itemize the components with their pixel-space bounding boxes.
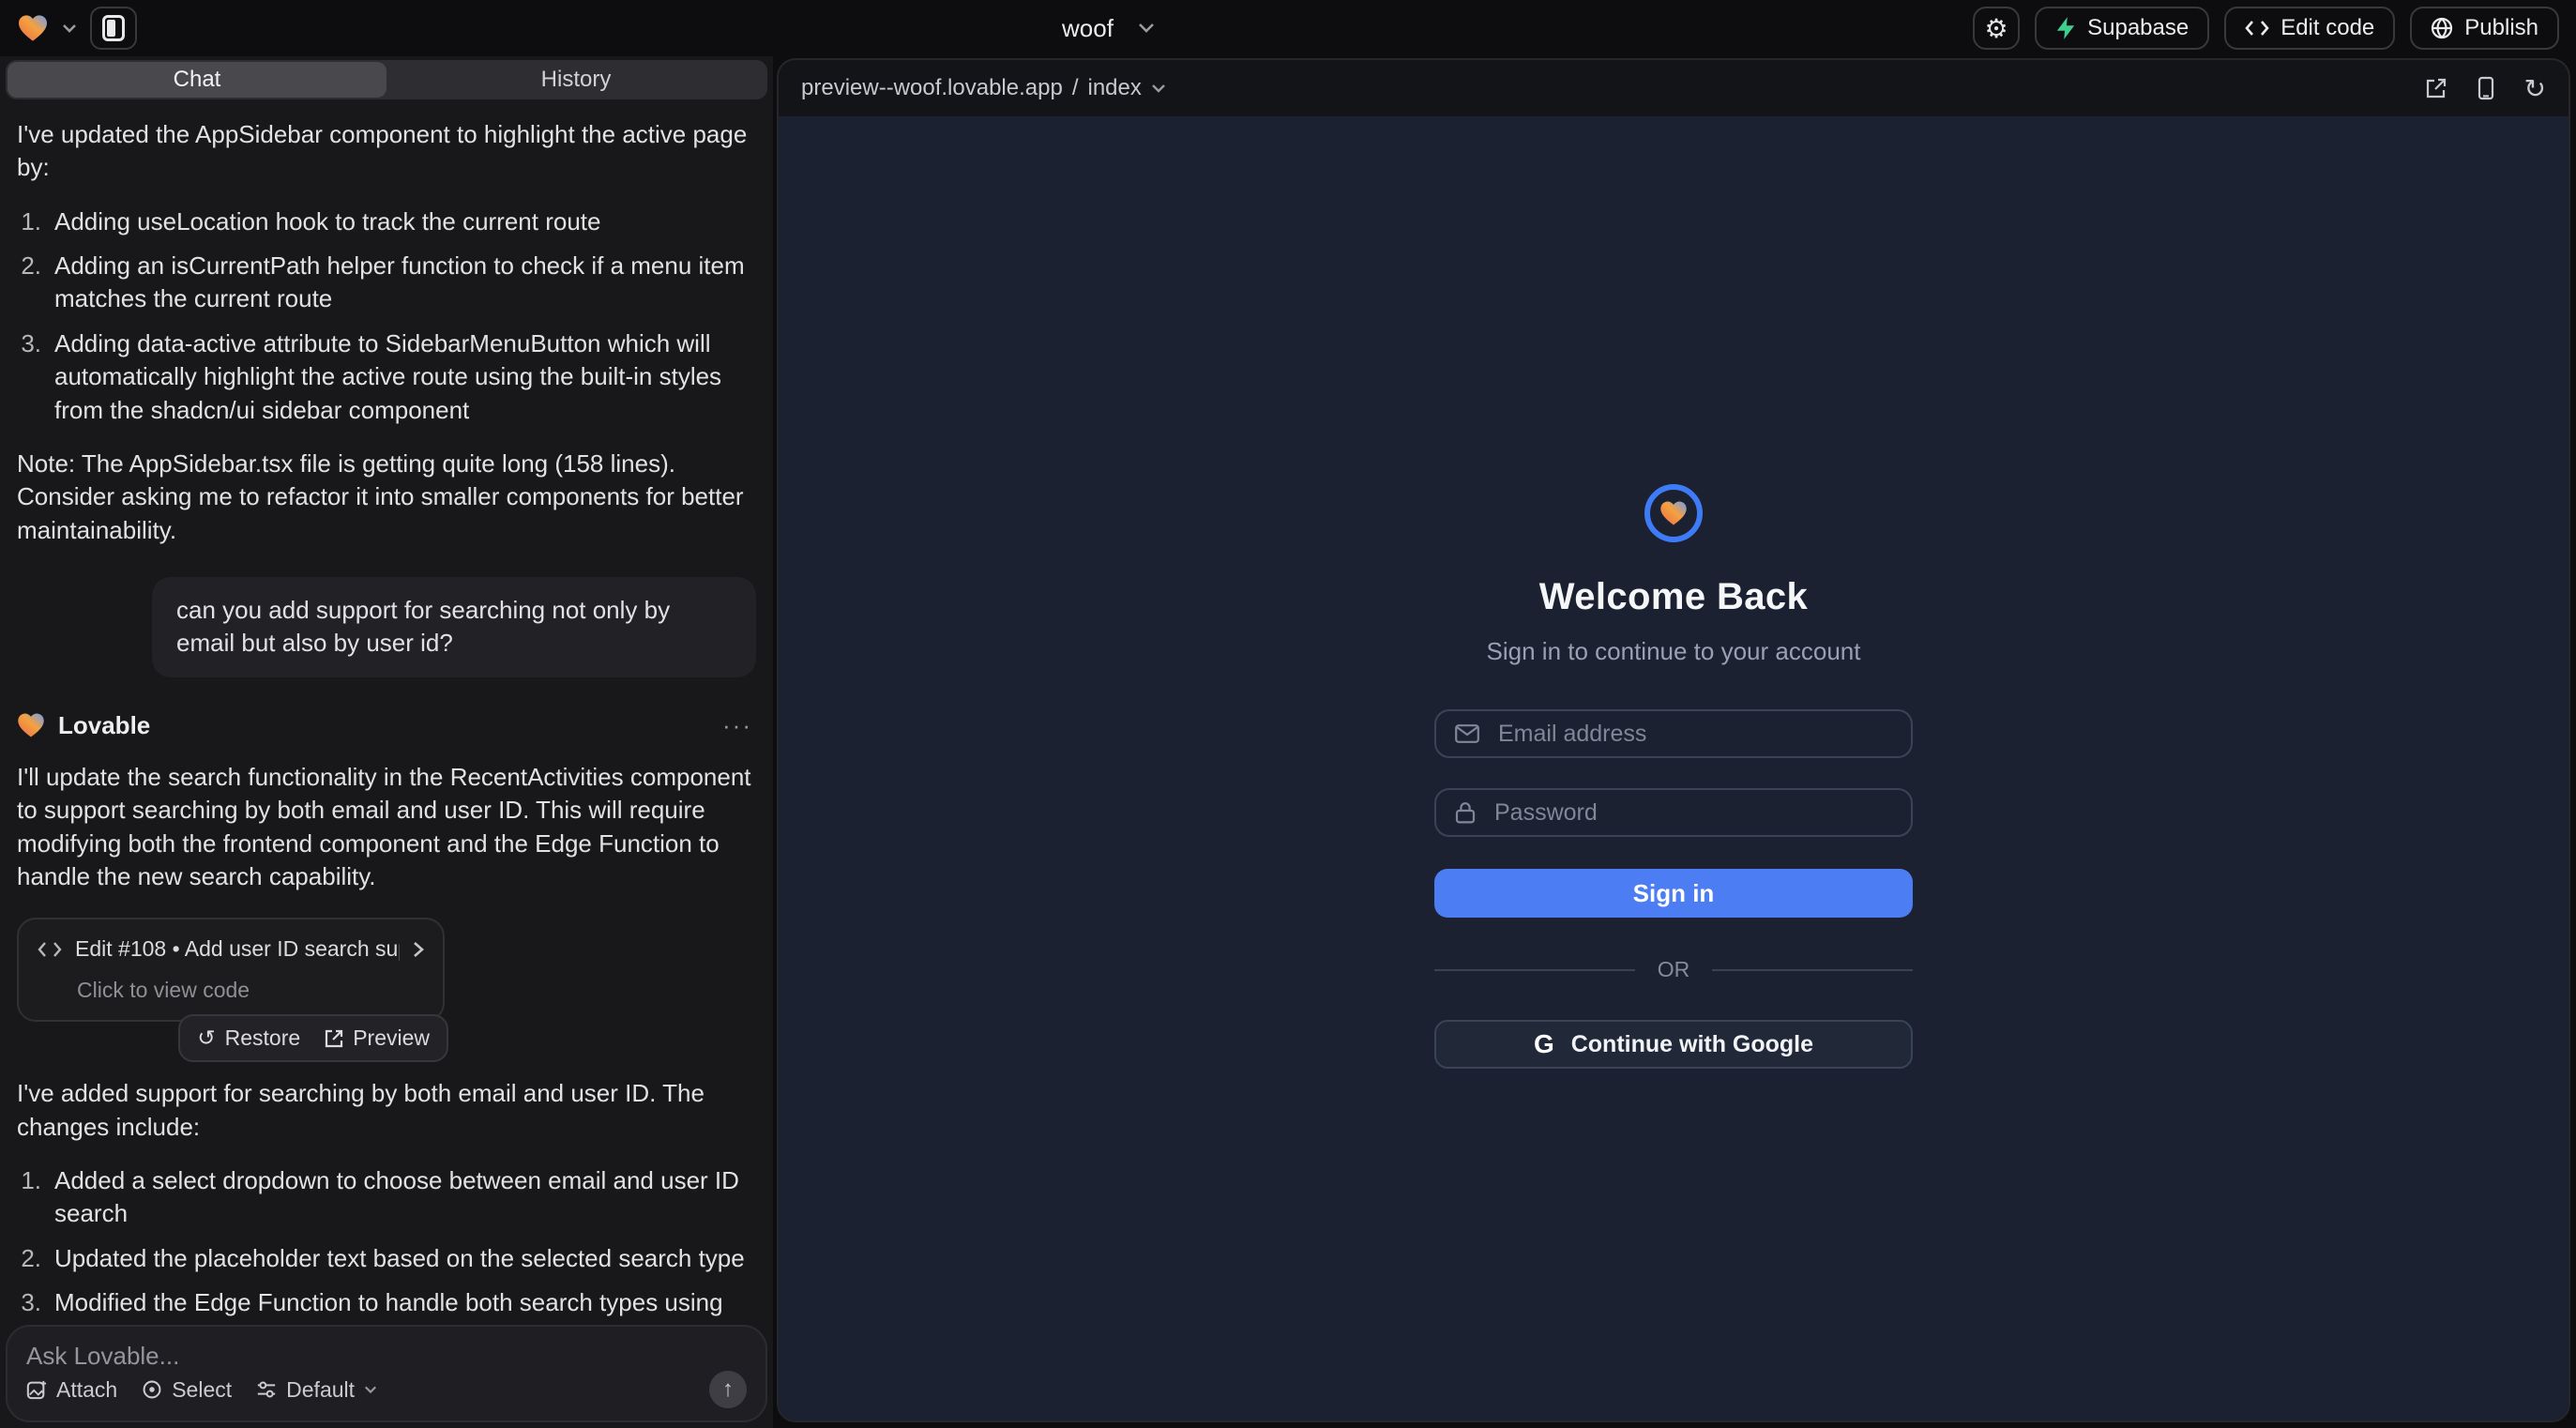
lock-icon	[1455, 801, 1476, 824]
code-brackets-icon	[38, 941, 62, 958]
preview-path: index	[1087, 75, 1141, 101]
attach-button[interactable]: Attach	[26, 1377, 117, 1403]
app-logo	[1644, 484, 1703, 542]
project-switcher[interactable]: woof	[1062, 0, 1155, 56]
list-item: 2. Adding an isCurrentPath helper functi…	[17, 250, 756, 316]
mobile-view-button[interactable]	[2478, 76, 2494, 100]
supabase-bolt-icon	[2055, 17, 2076, 39]
settings-button[interactable]: ⚙	[1973, 7, 2020, 50]
list-item: 1. Adding useLocation hook to track the …	[17, 205, 756, 238]
send-button[interactable]: ↑	[709, 1371, 747, 1408]
list-item: 1. Added a select dropdown to choose bet…	[17, 1164, 756, 1231]
restore-icon: ↺	[197, 1024, 215, 1053]
tab-history[interactable]: History	[386, 62, 765, 98]
assistant-numbered-list: 1. Adding useLocation hook to track the …	[17, 205, 756, 427]
sign-in-card: Welcome Back Sign in to continue to your…	[1434, 116, 1913, 1069]
chevron-down-icon	[364, 1385, 377, 1394]
or-label: OR	[1658, 957, 1690, 982]
assistant-note-text: Note: The AppSidebar.tsx file is getting…	[17, 448, 756, 547]
supabase-button[interactable]: Supabase	[2035, 7, 2209, 50]
target-icon	[142, 1379, 162, 1400]
toggle-sidebar-button[interactable]	[90, 7, 137, 50]
mail-icon	[1455, 724, 1479, 743]
publish-button[interactable]: Publish	[2410, 7, 2559, 50]
google-sign-in-button[interactable]: G Continue with Google	[1434, 1020, 1913, 1069]
code-brackets-icon	[2245, 20, 2269, 37]
sliders-icon	[256, 1379, 277, 1400]
edit-card-toolbar: ↺ Restore Preview	[178, 1014, 448, 1062]
message-more-menu[interactable]: ···	[722, 709, 752, 742]
welcome-subtitle: Sign in to continue to your account	[1487, 637, 1861, 666]
chat-composer[interactable]: Attach Select	[6, 1325, 767, 1422]
chat-message-list[interactable]: I've updated the AppSidebar component to…	[0, 99, 773, 1325]
password-input[interactable]	[1491, 798, 1892, 828]
select-element-button[interactable]: Select	[142, 1377, 232, 1403]
supabase-label: Supabase	[2087, 15, 2189, 41]
chevron-right-icon	[413, 941, 424, 958]
preview-button[interactable]: Preview	[325, 1024, 430, 1053]
preview-url: preview--woof.lovable.app	[801, 75, 1063, 101]
gear-icon: ⚙	[1985, 13, 2008, 44]
or-divider: OR	[1434, 957, 1913, 982]
workspace-chevron-down-icon[interactable]	[62, 23, 77, 33]
sign-in-button[interactable]: Sign in	[1434, 869, 1913, 918]
project-chevron-down-icon	[1138, 23, 1155, 34]
lovable-app-window: woof ⚙ Supabase Edit code	[0, 0, 2576, 1428]
publish-label: Publish	[2464, 15, 2538, 41]
edit-card-group: Edit #108 • Add user ID search supp... C…	[17, 918, 445, 1062]
assistant-numbered-list: 1. Added a select dropdown to choose bet…	[17, 1164, 756, 1325]
path-separator: /	[1072, 75, 1079, 101]
edit-card[interactable]: Edit #108 • Add user ID search supp... C…	[17, 918, 445, 1022]
assistant-message-text: I've updated the AppSidebar component to…	[17, 118, 756, 185]
app-logo-heart-icon	[1659, 500, 1688, 526]
attach-image-icon	[26, 1379, 47, 1400]
email-field[interactable]	[1434, 709, 1913, 758]
google-g-icon: G	[1534, 1029, 1554, 1059]
email-input[interactable]	[1494, 719, 1892, 750]
project-name: woof	[1062, 14, 1114, 43]
chat-history-tabs: Chat History	[6, 60, 767, 99]
sidebar-panel-icon	[102, 15, 125, 41]
open-in-new-tab-button[interactable]	[2425, 77, 2447, 99]
chat-panel: Chat History I've updated the AppSidebar…	[0, 56, 773, 1428]
mode-selector[interactable]: Default	[256, 1377, 377, 1403]
edit-code-label: Edit code	[2281, 15, 2374, 41]
chat-input[interactable]	[26, 1342, 747, 1371]
assistant-message-text: I've added support for searching by both…	[17, 1077, 756, 1144]
assistant-message-text: I'll update the search functionality in …	[17, 761, 756, 893]
tab-chat[interactable]: Chat	[8, 62, 386, 98]
top-bar: woof ⚙ Supabase Edit code	[0, 0, 2576, 56]
restore-button[interactable]: ↺ Restore	[197, 1024, 300, 1053]
assistant-header: Lovable ···	[17, 709, 756, 742]
list-item: 2. Updated the placeholder text based on…	[17, 1242, 756, 1275]
lovable-heart-icon	[17, 712, 45, 738]
assistant-name: Lovable	[58, 709, 150, 742]
edit-card-subtitle: Click to view code	[77, 976, 424, 1005]
password-field[interactable]	[1434, 788, 1913, 837]
list-item: 3. Adding data-active attribute to Sideb…	[17, 327, 756, 427]
route-chevron-down-icon	[1151, 84, 1166, 93]
user-message-bubble: can you add support for searching not on…	[152, 577, 756, 677]
preview-url-breadcrumb[interactable]: preview--woof.lovable.app / index	[801, 75, 1166, 101]
globe-icon	[2431, 17, 2453, 39]
list-item: 3. Modified the Edge Function to handle …	[17, 1286, 756, 1325]
preview-viewport: Welcome Back Sign in to continue to your…	[779, 116, 2568, 1420]
preview-panel: preview--woof.lovable.app / index ↻	[777, 58, 2570, 1422]
refresh-button[interactable]: ↻	[2524, 73, 2546, 104]
edit-card-title: Edit #108 • Add user ID search supp...	[75, 934, 400, 964]
welcome-title: Welcome Back	[1539, 576, 1808, 618]
lovable-logo-heart-icon[interactable]	[17, 14, 49, 42]
edit-code-button[interactable]: Edit code	[2224, 7, 2395, 50]
user-message-text: can you add support for searching not on…	[176, 596, 670, 657]
arrow-up-icon: ↑	[722, 1376, 734, 1403]
external-link-icon	[325, 1029, 343, 1048]
preview-toolbar: preview--woof.lovable.app / index ↻	[779, 60, 2568, 116]
